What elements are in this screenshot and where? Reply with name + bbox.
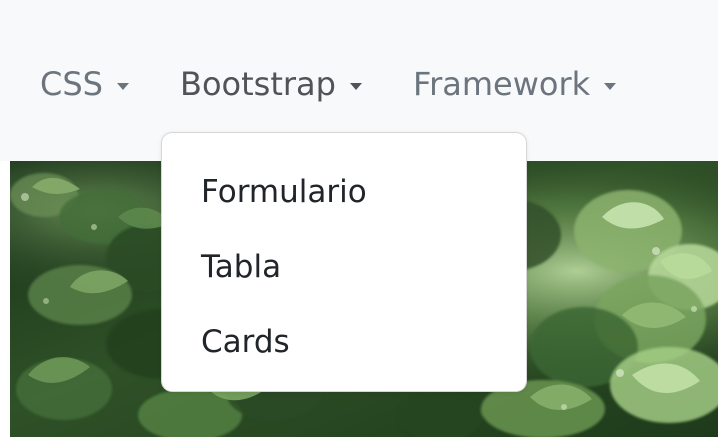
nav-dropdown-bootstrap[interactable]: Bootstrap xyxy=(180,58,362,110)
dropdown-item-tabla[interactable]: Tabla xyxy=(201,242,281,292)
nav-dropdown-framework[interactable]: Framework xyxy=(413,58,617,110)
dropdown-item-formulario[interactable]: Formulario xyxy=(201,167,367,217)
nav-label-framework: Framework xyxy=(413,65,591,103)
dropdown-item-cards[interactable]: Cards xyxy=(201,317,290,367)
caret-down-icon xyxy=(349,82,362,90)
caret-down-icon xyxy=(604,82,617,90)
dropdown-menu-bootstrap: Formulario Tabla Cards xyxy=(161,132,527,392)
caret-down-icon xyxy=(116,82,129,90)
nav-label-css: CSS xyxy=(40,65,103,103)
nav-dropdown-css[interactable]: CSS xyxy=(40,58,129,110)
nav-label-bootstrap: Bootstrap xyxy=(180,65,336,103)
